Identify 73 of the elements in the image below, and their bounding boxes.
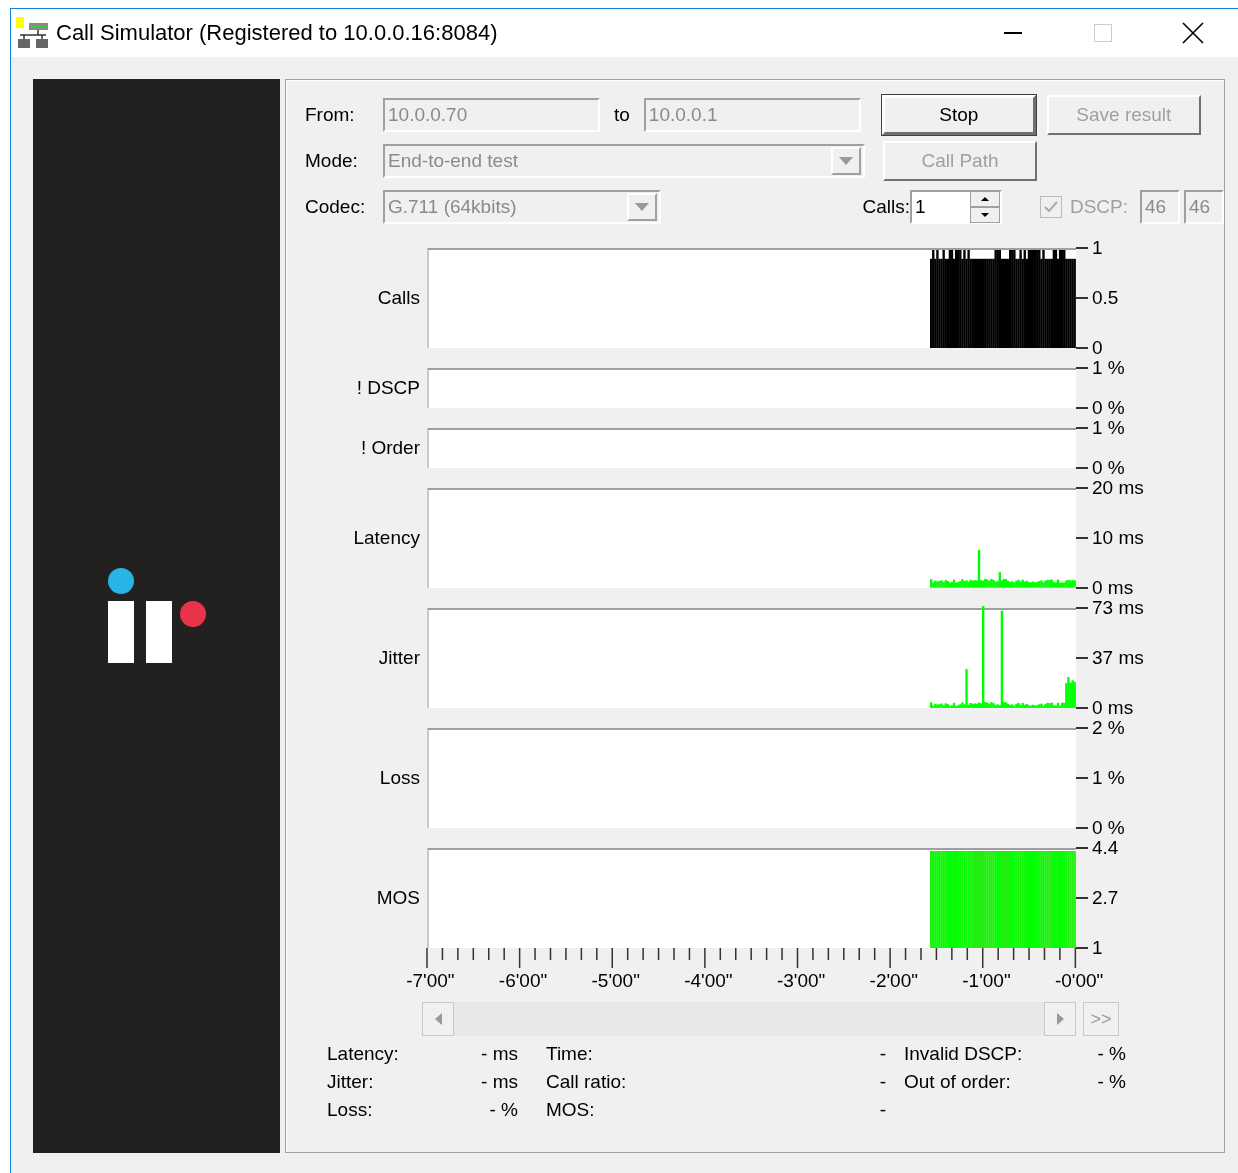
caret-icon (635, 203, 649, 211)
down-icon (980, 213, 989, 217)
axis-tick-label: 0 ms (1076, 697, 1144, 719)
minimize-icon (1004, 32, 1022, 34)
stat-label: Jitter: (327, 1070, 375, 1094)
stat-value: - (878, 1042, 886, 1066)
axis-tick-label: 1 (1076, 237, 1119, 259)
field-label: Codec: (305, 196, 367, 218)
axis-tick-label: 73 ms (1076, 597, 1144, 619)
maximize-icon (1094, 24, 1112, 42)
stat-label: Latency: (327, 1042, 400, 1066)
window-title: Call Simulator (Registered to 10.0.0.16:8084) (56, 20, 499, 46)
stat-label: Time: (546, 1042, 594, 1066)
stat-value: - (878, 1098, 886, 1122)
stat-value: - (878, 1070, 886, 1094)
up-icon (980, 197, 989, 201)
field-label: to (614, 104, 630, 126)
time-label: -2'00" (868, 970, 919, 992)
stat-value: - ms (480, 1042, 518, 1066)
stat-label: Call ratio: (546, 1070, 628, 1094)
graph-label: Calls (376, 287, 420, 309)
graph-label: Jitter (377, 647, 420, 669)
axis-tick-label: 10 ms (1076, 527, 1144, 549)
time-label: -4'00" (683, 970, 734, 992)
stat-label: Out of order: (904, 1070, 1012, 1094)
field-label: Calls: (862, 196, 910, 218)
caret-icon (839, 157, 853, 165)
time-label: -0'00" (1053, 970, 1105, 992)
axis-tick-label: 0 (1076, 337, 1119, 359)
scroll-bar[interactable] (422, 1002, 1076, 1036)
network-icon (16, 17, 50, 49)
close-icon (1182, 22, 1204, 44)
stat-value: - % (488, 1098, 518, 1122)
stat-value: - % (1096, 1042, 1126, 1066)
graph-label: ! DSCP (355, 377, 420, 399)
axis-tick-label: 2 % (1076, 717, 1125, 739)
stat-label: MOS: (546, 1098, 596, 1122)
time-label: -3'00" (775, 970, 827, 992)
push-button[interactable]: Stop (881, 95, 1036, 135)
field-label: From: (305, 104, 356, 126)
graph-label: ! Order (359, 437, 420, 459)
field-label: Mode: (305, 150, 359, 172)
jump-button[interactable]: >> (1083, 1002, 1119, 1036)
axis-tick-label: 0 ms (1076, 577, 1144, 599)
logo-icon (106, 568, 207, 664)
left-arrow-icon (434, 1013, 442, 1025)
stat-value: - ms (480, 1070, 518, 1094)
axis-tick-label: 1 % (1076, 357, 1125, 379)
check-icon (1043, 201, 1058, 213)
axis-tick-label: 1 % (1076, 767, 1125, 789)
axis-tick-label: 0 % (1076, 817, 1125, 839)
axis-tick-label: 0 % (1076, 457, 1125, 479)
axis-tick-label: 1 % (1076, 417, 1125, 439)
stat-label: Loss: (327, 1098, 374, 1122)
axis-tick-label: 4.4 (1076, 837, 1119, 859)
axis-tick-label: 20 ms (1076, 477, 1144, 499)
stat-value: - % (1096, 1070, 1126, 1094)
time-label: -6'00" (497, 970, 549, 992)
axis-tick-label: 1 (1076, 937, 1119, 959)
time-label: -1'00" (961, 970, 1012, 992)
time-label: -7'00" (405, 970, 456, 992)
right-arrow-icon (1056, 1013, 1064, 1025)
axis-tick-label: 0 % (1076, 397, 1125, 419)
axis-tick-label: 0.5 (1076, 287, 1119, 309)
field-label: DSCP: (1069, 196, 1128, 218)
graph-label: Loss (378, 767, 420, 789)
graph-label: MOS (375, 887, 420, 909)
time-label: -5'00" (590, 970, 641, 992)
spin-field[interactable]: 1 (909, 190, 1002, 224)
axis-tick-label: 2.7 (1076, 887, 1119, 909)
axis-tick-label: 37 ms (1076, 647, 1144, 669)
graph-label: Latency (352, 527, 420, 549)
stat-label: Invalid DSCP: (904, 1042, 1024, 1066)
